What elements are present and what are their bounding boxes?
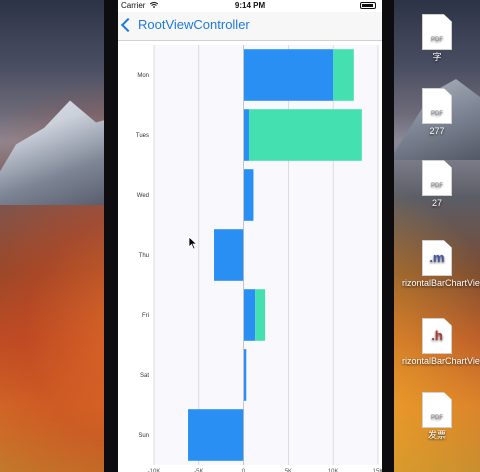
y-category-label: Tues bbox=[136, 133, 149, 139]
bar-segment bbox=[248, 109, 362, 161]
back-button-label: RootViewController bbox=[138, 17, 250, 32]
plot-area bbox=[154, 45, 378, 465]
bar-segment bbox=[333, 49, 354, 101]
bar-segment bbox=[243, 109, 249, 161]
desktop-file-label: 277 bbox=[429, 126, 445, 136]
document-icon: .m bbox=[422, 240, 452, 276]
status-time: 9:14 PM bbox=[234, 1, 266, 10]
file-extension-label: .h bbox=[431, 328, 443, 343]
mouse-cursor-icon bbox=[188, 236, 198, 250]
horizontal-bar-chart[interactable]: -10K -5K 0 5K 10K 15K Mon Tues Wed Thu Fri Sat Sun bbox=[118, 41, 382, 472]
y-category-label: Thu bbox=[139, 253, 149, 259]
file-extension-label: .m bbox=[429, 250, 445, 265]
y-category-label: Fri bbox=[142, 313, 149, 319]
bar-segment bbox=[243, 289, 256, 341]
document-icon: PDF bbox=[422, 392, 452, 428]
document-icon: PDF bbox=[422, 88, 452, 124]
document-icon: PDF bbox=[422, 14, 452, 50]
y-category-label: Sat bbox=[140, 373, 149, 379]
file-type-tag: PDF bbox=[431, 183, 443, 189]
desktop-file-label: 发票 bbox=[427, 430, 446, 440]
document-icon: .h bbox=[422, 318, 452, 354]
desktop-file-icon[interactable]: PDF 277 bbox=[402, 88, 472, 136]
desktop-file-icon[interactable]: PDF 字 bbox=[402, 14, 472, 62]
chevron-left-icon bbox=[120, 17, 136, 33]
phone-simulator: Carrier 9:14 PM RootViewController -10K -… bbox=[104, 0, 394, 472]
desktop-file-label: 字 bbox=[432, 52, 442, 62]
desktop-file-icon[interactable]: .m rizontalBarChartView.m bbox=[402, 240, 480, 288]
battery-icon bbox=[360, 2, 376, 9]
file-type-tag: PDF bbox=[431, 415, 443, 421]
y-category-label: Wed bbox=[137, 193, 149, 199]
navigation-bar: RootViewController bbox=[118, 12, 382, 41]
bar-segment bbox=[243, 349, 247, 401]
desktop-file-label: rizontalBarChartView.m bbox=[402, 278, 480, 288]
document-icon: PDF bbox=[422, 160, 452, 196]
bar-segment bbox=[214, 229, 244, 281]
chart-canvas: -10K -5K 0 5K 10K 15KMonTuesWedThuFriSatSun bbox=[136, 45, 382, 472]
desktop-file-icon[interactable]: PDF 发票 bbox=[402, 392, 472, 440]
desktop-file-label: rizontalBarChartView.h bbox=[402, 356, 480, 366]
desktop-file-icon[interactable]: PDF 27 bbox=[402, 160, 472, 208]
desktop-file-icon[interactable]: .h rizontalBarChartView.h bbox=[402, 318, 480, 366]
file-type-tag: PDF bbox=[431, 37, 443, 43]
status-bar: Carrier 9:14 PM bbox=[118, 0, 382, 12]
back-button[interactable]: RootViewController bbox=[120, 17, 250, 33]
bar-segment bbox=[188, 409, 244, 461]
phone-screen: Carrier 9:14 PM RootViewController -10K -… bbox=[118, 0, 382, 472]
y-category-label: Sun bbox=[138, 433, 149, 439]
bar-segment bbox=[243, 169, 254, 221]
desktop-file-label: 27 bbox=[431, 198, 442, 208]
bar-segment bbox=[243, 49, 334, 101]
file-type-tag: PDF bbox=[431, 111, 443, 117]
bar-segment bbox=[255, 289, 266, 341]
y-category-label: Mon bbox=[137, 73, 149, 79]
